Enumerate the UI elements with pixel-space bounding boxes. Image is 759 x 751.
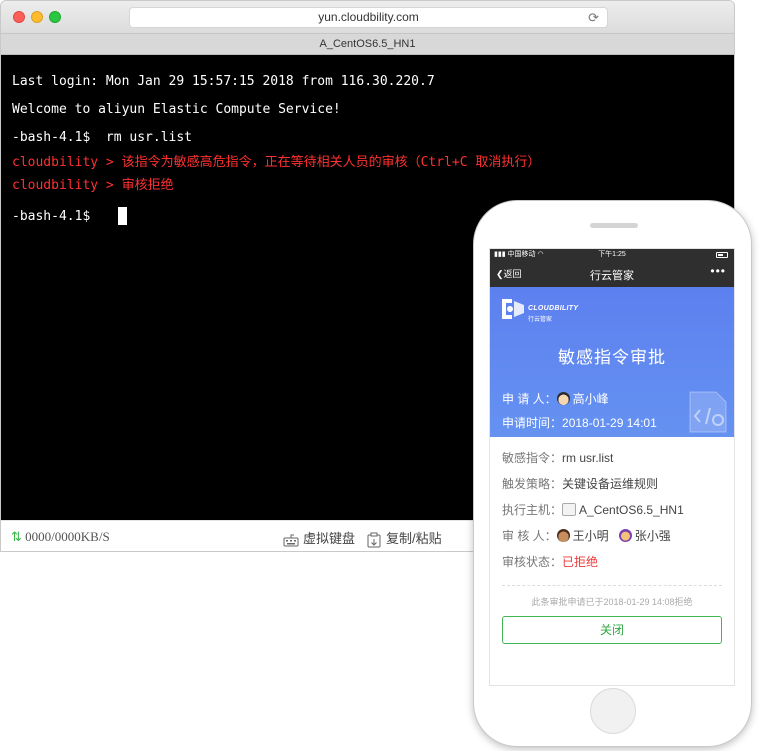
close-button[interactable]: 关闭	[502, 616, 722, 644]
apply-time-value: 2018-01-29 14:01	[562, 416, 657, 430]
reviewers-row: 审 核 人： 王小明 张小强	[502, 527, 671, 544]
transfer-speed: ⇅ 0000/0000KB/S	[11, 529, 110, 545]
nav-title: 行云管家	[590, 270, 634, 282]
phone-speaker	[590, 223, 638, 228]
apply-time-label: 申请时间：	[502, 416, 563, 430]
url-text: yun.cloudbility.com	[318, 10, 419, 24]
brand-subtitle: 行云管家	[528, 317, 553, 323]
approval-header: CLOUDBILITY 行云管家 敏感指令审批 申 请 人： 高小峰 申请时间：2…	[490, 287, 734, 437]
virtual-keyboard-label: 虚拟键盘	[303, 531, 356, 546]
host-value: A_CentOS6.5_HN1	[579, 503, 684, 517]
policy-row: 触发策略：关键设备运维规则	[502, 475, 658, 492]
copy-paste-button[interactable]: 复制/粘贴	[366, 528, 442, 548]
cloudbility-logo-icon	[502, 299, 524, 319]
transfer-arrows-icon: ⇅	[11, 529, 22, 544]
title-bar: yun.cloudbility.com ⟳	[1, 1, 734, 33]
status-row: 审核状态：已拒绝	[502, 553, 598, 570]
terminal-line: Welcome to aliyun Elastic Compute Servic…	[12, 102, 341, 117]
host-row: 执行主机： A_CentOS6.5_HN1	[502, 501, 684, 518]
url-bar[interactable]: yun.cloudbility.com ⟳	[129, 7, 608, 28]
maximize-window-button[interactable]	[49, 11, 61, 23]
avatar	[556, 529, 570, 542]
terminal-prompt: -bash-4.1$	[12, 209, 91, 224]
more-button[interactable]: •••	[710, 264, 726, 278]
tab-title[interactable]: A_CentOS6.5_HN1	[1, 33, 734, 55]
reviewer-name: 王小明	[572, 529, 609, 543]
phone-screen: ▮▮▮ 中国移动 ◠ 下午1:25 ❮返回 行云管家 ••• CLOUDBILI…	[489, 248, 735, 686]
divider	[502, 585, 722, 586]
approval-title: 敏感指令审批	[558, 348, 666, 367]
virtual-keyboard-button[interactable]: 虚拟键盘	[283, 528, 355, 548]
command-value: rm usr.list	[562, 451, 614, 465]
terminal-line: Last login: Mon Jan 29 15:57:15 2018 fro…	[12, 74, 435, 89]
reload-icon[interactable]: ⟳	[588, 8, 599, 27]
avatar	[556, 392, 570, 405]
rejection-note: 此条审批申请已于2018-01-29 14:08拒绝	[531, 597, 693, 607]
document-code-icon	[689, 391, 727, 433]
status-label: 审核状态：	[502, 555, 563, 569]
reviewers-label: 审 核 人：	[502, 529, 557, 543]
minimize-window-button[interactable]	[31, 11, 43, 23]
command-row: 敏感指令：rm usr.list	[502, 449, 613, 466]
ios-status-bar: ▮▮▮ 中国移动 ◠ 下午1:25	[490, 249, 734, 261]
reviewer-name: 张小强	[634, 529, 671, 543]
status-badge: 已拒绝	[562, 555, 599, 569]
policy-value: 关键设备运维规则	[562, 477, 659, 491]
apply-time-row: 申请时间：2018-01-29 14:01	[502, 414, 657, 431]
terminal-line: -bash-4.1$ rm usr.list	[12, 130, 193, 145]
linux-host-icon	[562, 503, 577, 516]
battery-icon	[716, 252, 728, 258]
copy-paste-label: 复制/粘贴	[386, 531, 442, 546]
host-label: 执行主机：	[502, 503, 563, 517]
keyboard-icon	[283, 534, 299, 547]
app-nav-bar: ❮返回 行云管家 •••	[490, 261, 734, 287]
applicant-label: 申 请 人：	[502, 392, 557, 406]
applicant-row: 申 请 人： 高小峰	[502, 390, 609, 407]
terminal-warning-line: cloudbility > 该指令为敏感高危指令，正在等待相关人员的审核（Ctr…	[12, 155, 541, 170]
applicant-name: 高小峰	[572, 392, 609, 406]
brand-name: CLOUDBILITY	[528, 305, 579, 312]
avatar	[618, 529, 632, 542]
transfer-speed-value: 0000/0000KB/S	[25, 529, 110, 544]
terminal-rejected-line: cloudbility > 审核拒绝	[12, 178, 174, 193]
close-window-button[interactable]	[13, 11, 25, 23]
home-button[interactable]	[590, 688, 636, 734]
phone-time: 下午1:25	[598, 251, 626, 258]
command-label: 敏感指令：	[502, 451, 563, 465]
policy-label: 触发策略：	[502, 477, 563, 491]
clipboard-icon	[367, 532, 381, 548]
terminal-cursor	[118, 207, 127, 225]
